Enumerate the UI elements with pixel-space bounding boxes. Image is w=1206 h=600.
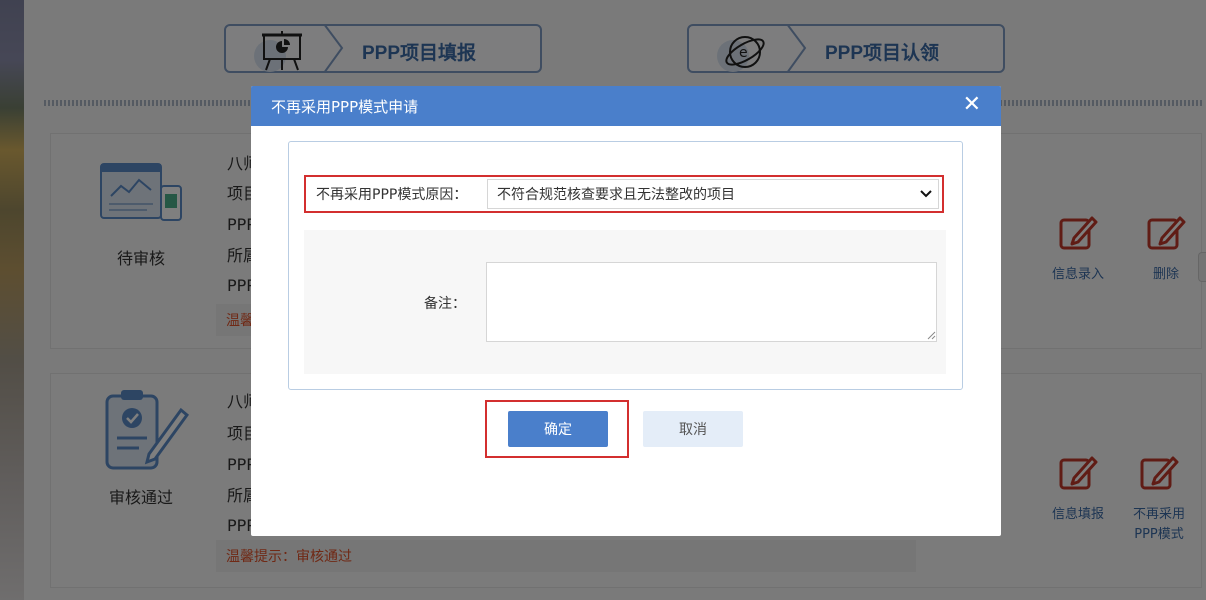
form-box: 不再采用PPP模式原因： 不符合规范核查要求且无法整改的项目 备注：	[288, 141, 963, 390]
note-row: 备注：	[304, 230, 946, 374]
note-textarea[interactable]	[486, 262, 937, 342]
reason-row: 不再采用PPP模式原因： 不符合规范核查要求且无法整改的项目	[304, 175, 944, 213]
reason-selected-value: 不符合规范核查要求且无法整改的项目	[497, 187, 735, 203]
resize-grip-icon[interactable]	[926, 330, 936, 340]
note-label: 备注：	[424, 296, 466, 312]
reason-select[interactable]: 不符合规范核查要求且无法整改的项目	[487, 179, 939, 209]
modal-title: 不再采用PPP模式申请	[271, 97, 419, 116]
cancel-button[interactable]: 取消	[643, 411, 743, 447]
modal-header: 不再采用PPP模式申请 ✕	[251, 86, 1001, 126]
confirm-button[interactable]: 确定	[508, 411, 608, 447]
close-icon[interactable]: ✕	[963, 94, 981, 116]
stop-ppp-modal: 不再采用PPP模式申请 ✕ 不再采用PPP模式原因： 不符合规范核查要求且无法整…	[251, 86, 1001, 536]
reason-label: 不再采用PPP模式原因：	[316, 187, 468, 203]
chevron-down-icon	[920, 190, 932, 198]
